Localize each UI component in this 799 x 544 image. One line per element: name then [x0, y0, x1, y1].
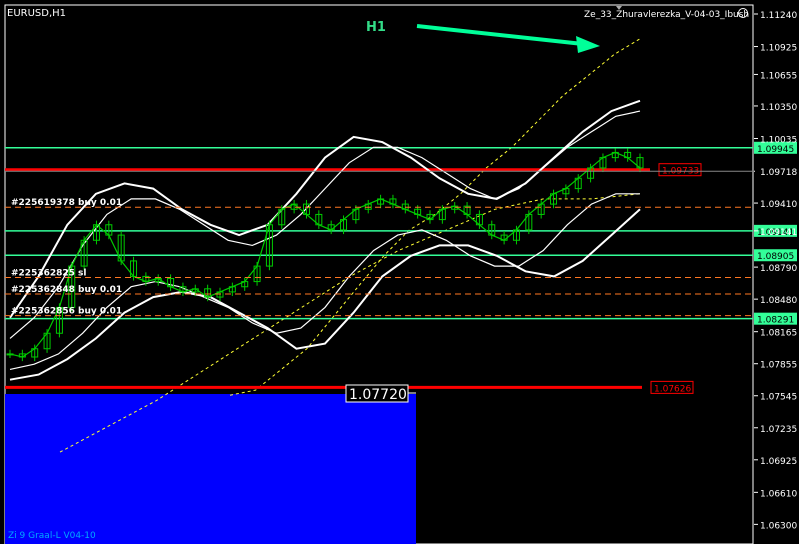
y-tick-label: 1.07855	[760, 361, 797, 371]
indicator-title: Ze_33_Zhuravlerezka_V-04-03_Ibush	[584, 10, 749, 20]
y-tick-label: 1.11240	[760, 11, 797, 21]
y-tick-label: 1.06925	[760, 457, 797, 467]
price-chart[interactable]: 1.099451.091411.089051.082911.097331.076…	[0, 0, 799, 544]
current-price-label: 1.09718	[760, 168, 797, 178]
y-tick-label: 1.06610	[760, 489, 797, 499]
symbol-label: EURUSD,H1	[7, 8, 66, 19]
y-tick-label: 1.09141	[760, 228, 797, 238]
y-tick-label: 1.09410	[760, 200, 797, 210]
y-tick-label: 1.08480	[760, 296, 797, 306]
blue-panel	[5, 394, 416, 544]
y-tick-label: 1.10035	[760, 135, 797, 145]
trend-arrow-head	[576, 36, 600, 53]
y-tick-label: 1.10350	[760, 103, 797, 113]
y-tick-label: 1.08790	[760, 264, 797, 274]
footer-label: Zi 9 Graal-L V04-10	[8, 531, 96, 541]
green-level-label: 1.08291	[757, 316, 794, 326]
timeframe-annotation: H1	[366, 20, 386, 35]
y-tick-label: 1.10655	[760, 71, 797, 81]
y-tick-label: 1.10925	[760, 44, 797, 54]
crosshair-price: 1.07720	[349, 387, 407, 403]
y-tick-label: 1.08165	[760, 329, 797, 339]
order-label: #225362825 sl	[11, 268, 86, 278]
green-level-label: 1.09945	[757, 145, 794, 155]
green-level-label: 1.08905	[757, 252, 794, 262]
order-label: #225362848 buy 0.01	[11, 285, 122, 295]
red-level-label: 1.07626	[654, 384, 691, 394]
order-label: #225619378 buy 0.01	[11, 198, 122, 208]
y-tick-label: 1.06300	[760, 521, 797, 531]
order-label: #225362856 buy 0.01	[11, 307, 122, 317]
yellow-dashed-upper	[229, 38, 641, 396]
trend-arrow-shaft	[416, 24, 584, 46]
y-tick-label: 1.07545	[760, 393, 797, 403]
upper-envelope	[9, 110, 641, 339]
y-tick-label: 1.07235	[760, 425, 797, 435]
